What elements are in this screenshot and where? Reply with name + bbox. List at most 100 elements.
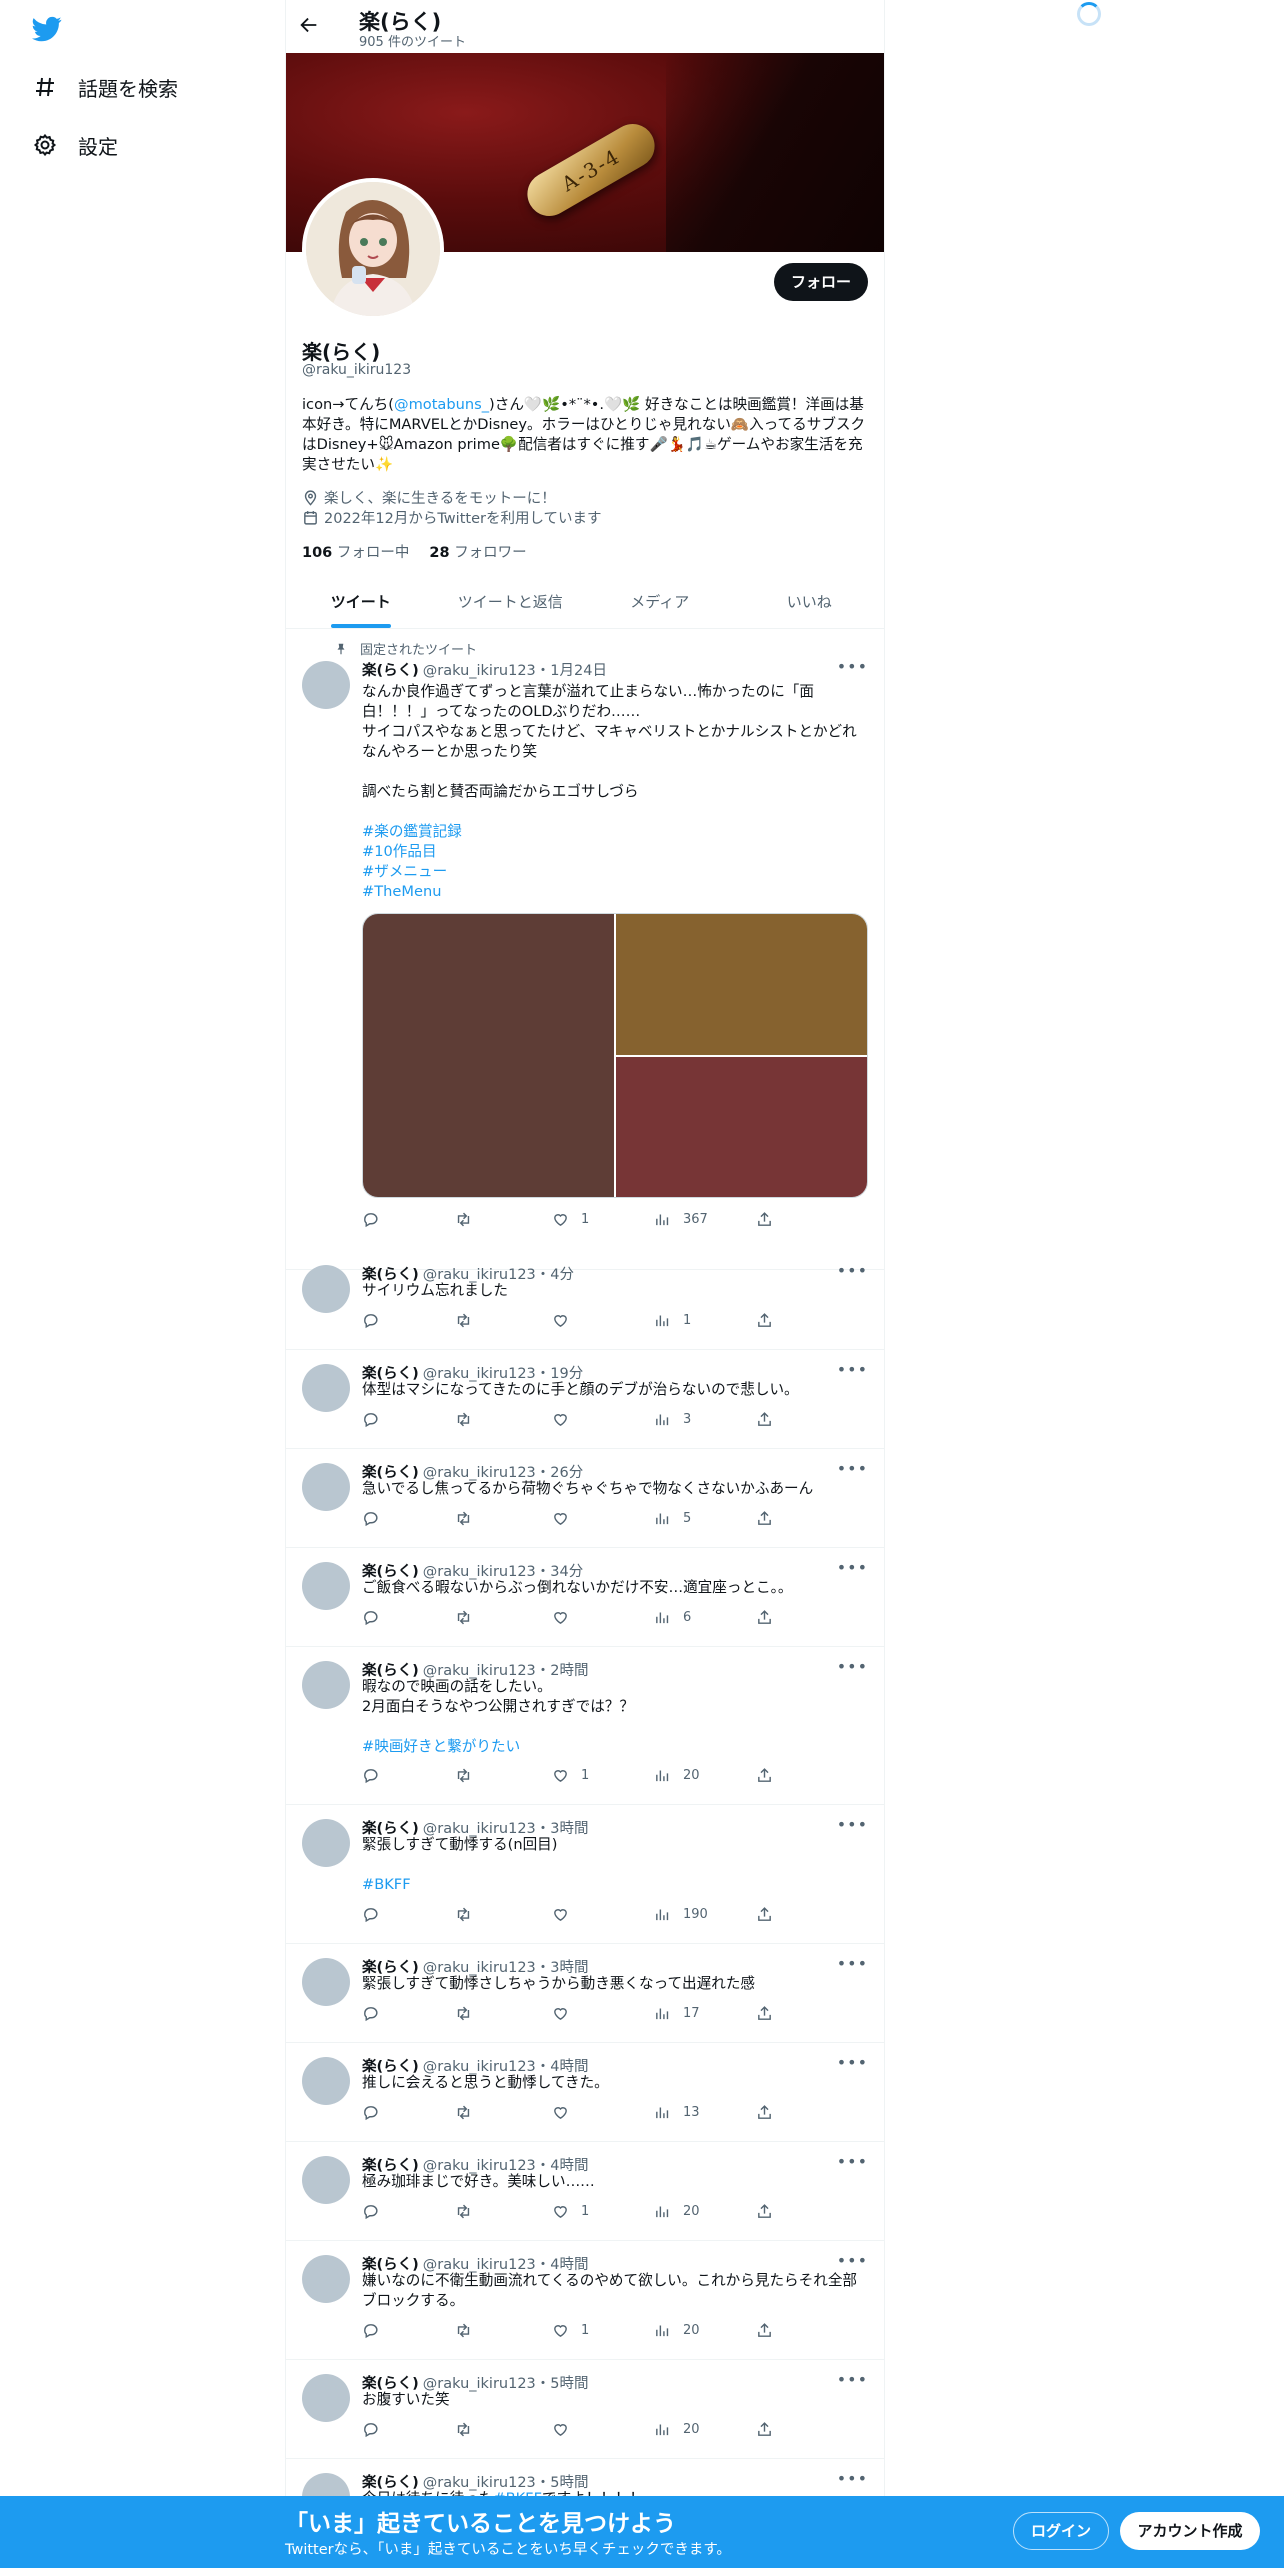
like-icon[interactable]: 1	[552, 2322, 589, 2339]
tweet-avatar[interactable]	[302, 1819, 350, 1867]
profile-avatar[interactable]	[302, 178, 444, 320]
retweet-icon[interactable]	[455, 2203, 472, 2220]
tweet[interactable]: 楽(らく) @raku_ikiru123・2時間 ••• 暇なので映画の話をしたい。…	[286, 1647, 884, 1805]
tweet-avatar[interactable]	[302, 1661, 350, 1709]
like-icon[interactable]	[552, 1510, 581, 1527]
share-icon[interactable]	[756, 1411, 773, 1428]
hashtag-link[interactable]: #映画好きと繋がりたい	[362, 1738, 520, 1755]
retweet-icon[interactable]	[455, 1411, 472, 1428]
reply-icon[interactable]	[362, 1609, 379, 1626]
nav-settings[interactable]: 設定	[32, 125, 118, 165]
tweet-meta[interactable]: @raku_ikiru123・1月24日	[423, 659, 607, 680]
more-icon[interactable]: •••	[837, 2251, 868, 2270]
tab-likes[interactable]: いいね	[735, 576, 885, 628]
retweet-icon[interactable]	[455, 1510, 472, 1527]
tweet[interactable]: 楽(らく) @raku_ikiru123・4時間 ••• 嫌いなのに不衛生動画流れて…	[286, 2241, 884, 2360]
login-button[interactable]: ログイン	[1013, 2512, 1109, 2550]
like-icon[interactable]	[552, 2104, 581, 2121]
views-icon[interactable]: 20	[654, 1767, 700, 1784]
share-icon[interactable]	[756, 2421, 773, 2438]
views-icon[interactable]: 6	[654, 1609, 691, 1626]
reply-icon[interactable]	[362, 1510, 379, 1527]
views-icon[interactable]: 3	[654, 1411, 691, 1428]
hashtag-link[interactable]: #楽の鑑賞記録	[362, 823, 462, 840]
follow-button[interactable]: フォロー	[774, 263, 868, 301]
reply-icon[interactable]	[362, 1767, 379, 1784]
more-icon[interactable]: •••	[837, 1657, 868, 1676]
more-icon[interactable]: •••	[837, 1459, 868, 1478]
retweet-icon[interactable]	[455, 1609, 472, 1626]
share-icon[interactable]	[756, 2203, 773, 2220]
tweet-avatar[interactable]	[302, 2255, 350, 2303]
more-icon[interactable]: •••	[837, 2053, 868, 2072]
tweet-avatar[interactable]	[302, 2156, 350, 2204]
media-image-2[interactable]	[616, 914, 867, 1055]
twitter-bird-icon[interactable]	[32, 14, 62, 44]
views-icon[interactable]: 20	[654, 2203, 700, 2220]
reply-icon[interactable]	[362, 2322, 379, 2339]
tweet-author-name[interactable]: 楽(らく)	[362, 659, 419, 680]
more-icon[interactable]: •••	[837, 1261, 868, 1280]
tweet-avatar[interactable]	[302, 1364, 350, 1412]
retweet-icon[interactable]	[455, 1767, 472, 1784]
tweet[interactable]: 楽(らく) @raku_ikiru123・19分 ••• 体型はマシになってきたのに…	[286, 1350, 884, 1449]
retweet-icon[interactable]	[455, 2005, 472, 2022]
like-icon[interactable]	[552, 1312, 581, 1329]
like-icon[interactable]: 1	[552, 1211, 589, 1228]
reply-icon[interactable]	[362, 2203, 379, 2220]
reply-icon[interactable]	[362, 1312, 379, 1329]
like-icon[interactable]	[552, 1411, 581, 1428]
like-icon[interactable]	[552, 1609, 581, 1626]
more-icon[interactable]: •••	[837, 1360, 868, 1379]
retweet-icon[interactable]	[455, 1906, 472, 1923]
tab-tweets[interactable]: ツイート	[286, 576, 436, 628]
tweet-avatar[interactable]	[302, 661, 350, 709]
like-icon[interactable]: 1	[552, 1767, 589, 1784]
views-icon[interactable]: 367	[654, 1211, 708, 1228]
reply-icon[interactable]	[362, 2005, 379, 2022]
like-icon[interactable]	[552, 2421, 581, 2438]
back-arrow-icon[interactable]	[298, 14, 324, 40]
retweet-icon[interactable]	[455, 2104, 472, 2121]
share-icon[interactable]	[756, 1312, 773, 1329]
followers-link[interactable]: 28 フォロワー	[429, 541, 526, 562]
more-icon[interactable]: •••	[837, 1954, 868, 1973]
following-link[interactable]: 106 フォロー中	[302, 541, 409, 562]
views-icon[interactable]: 20	[654, 2322, 700, 2339]
tweet-avatar[interactable]	[302, 1958, 350, 2006]
share-icon[interactable]	[756, 2005, 773, 2022]
hashtag-link[interactable]: #ザメニュー	[362, 863, 447, 880]
tweet[interactable]: 楽(らく) @raku_ikiru123・4時間 ••• 極み珈琲まじで好き。美味し…	[286, 2142, 884, 2241]
share-icon[interactable]	[756, 1609, 773, 1626]
bio-mention-link[interactable]: @motabuns_	[394, 396, 489, 413]
tweet[interactable]: 固定されたツイート 楽(らく) @raku_ikiru123・1月24日 ••• な…	[286, 630, 884, 1270]
media-image-3[interactable]	[616, 1057, 867, 1197]
more-icon[interactable]: •••	[837, 657, 868, 676]
tweet[interactable]: 楽(らく) @raku_ikiru123・4分 ••• サイリウム忘れました 1	[286, 1251, 884, 1350]
tab-media[interactable]: メディア	[585, 576, 735, 628]
like-icon[interactable]: 1	[552, 2203, 589, 2220]
hashtag-link[interactable]: #10作品目	[362, 843, 437, 860]
retweet-icon[interactable]	[455, 1312, 472, 1329]
views-icon[interactable]: 1	[654, 1312, 691, 1329]
retweet-icon[interactable]	[455, 2322, 472, 2339]
tweet-avatar[interactable]	[302, 2374, 350, 2422]
retweet-icon[interactable]	[455, 1211, 472, 1228]
hashtag-link[interactable]: #TheMenu	[362, 883, 441, 900]
share-icon[interactable]	[756, 2322, 773, 2339]
tweet-media-grid[interactable]	[362, 913, 868, 1198]
reply-icon[interactable]	[362, 1411, 379, 1428]
tweet[interactable]: 楽(らく) @raku_ikiru123・26分 ••• 急いでるし焦ってるから荷物…	[286, 1449, 884, 1548]
views-icon[interactable]: 5	[654, 1510, 691, 1527]
reply-icon[interactable]	[362, 2104, 379, 2121]
more-icon[interactable]: •••	[837, 1815, 868, 1834]
reply-icon[interactable]	[362, 2421, 379, 2438]
tab-replies[interactable]: ツイートと返信	[436, 576, 586, 628]
views-icon[interactable]: 190	[654, 1906, 708, 1923]
views-icon[interactable]: 13	[654, 2104, 700, 2121]
tweet-avatar[interactable]	[302, 1463, 350, 1511]
like-icon[interactable]	[552, 2005, 581, 2022]
retweet-icon[interactable]	[455, 2421, 472, 2438]
share-icon[interactable]	[756, 1767, 773, 1784]
tweet[interactable]: 楽(らく) @raku_ikiru123・3時間 ••• 緊張しすぎて動悸さしちゃう…	[286, 1944, 884, 2043]
